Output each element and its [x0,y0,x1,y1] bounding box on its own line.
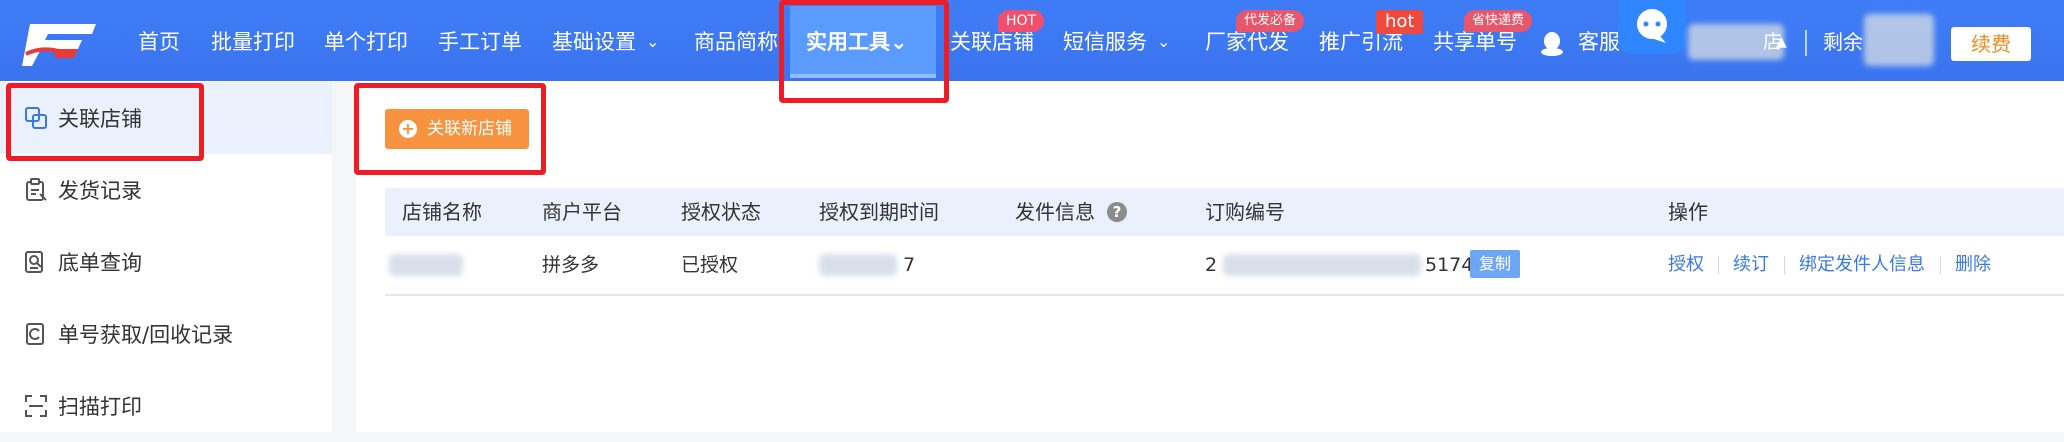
scan-icon [25,395,47,417]
nav-manual-order[interactable]: 手工订单 [438,0,522,81]
table-header: 店铺名称 商户平台 授权状态 授权到期时间 发件信息? 订购编号 操作 [385,188,2064,236]
action-divider [1718,256,1719,274]
highlight-link-shop-sidebar [6,83,204,161]
col-platform: 商户平台 [542,200,622,224]
col-auth-expire: 授权到期时间 [819,200,939,224]
col-sender-info-label: 发件信息 [1015,200,1095,224]
copy-button[interactable]: 复制 [1470,250,1520,278]
sidebar-item-label: 底单查询 [58,251,142,275]
nav-single-print[interactable]: 单个打印 [324,0,408,81]
blurred-expire-date [819,254,897,276]
renew-button[interactable]: 续费 [1951,27,2031,61]
nav-home[interactable]: 首页 [138,0,180,81]
chat-button[interactable] [1618,0,1686,54]
nav-sms-label: 短信服务 [1063,30,1147,54]
col-sender-info: 发件信息? [1015,188,1127,236]
col-order-number: 订购编号 [1205,200,1285,224]
sidebar-item-label: 发货记录 [58,179,142,203]
remaining-label: 剩余 [1823,30,1863,54]
highlight-add-shop-button [354,83,546,175]
sidebar-item-label: 扫描打印 [58,395,142,419]
blurred-remaining-value [1864,14,1934,66]
col-actions: 操作 [1668,200,1708,224]
col-auth-status: 授权状态 [681,200,761,224]
action-renew[interactable]: 续订 [1733,236,1769,294]
highlight-tools-nav [779,0,949,103]
blurred-shop-name-cell [389,254,463,276]
cell-expire-tail: 7 [903,254,916,276]
nav-basic-settings[interactable]: 基础设置 ⌄ [552,0,659,81]
nav-product-abbr[interactable]: 商品简称 [694,0,778,81]
action-delete[interactable]: 删除 [1955,236,1991,294]
hot-badge-lower: hot [1376,10,1424,34]
sidebar-item-label: 单号获取/回收记录 [58,323,234,347]
search-doc-icon [25,251,43,273]
top-navigation-bar: 首页 批量打印 单个打印 手工订单 基础设置 ⌄ 商品简称 实用工具⌄ 关联店铺 … [0,0,2064,81]
action-divider [1784,256,1785,274]
nav-customer-service[interactable]: 客服 [1578,0,1620,81]
action-divider [1940,256,1941,274]
nav-batch-print[interactable]: 批量打印 [211,0,295,81]
nav-basic-settings-label: 基础设置 [552,30,636,54]
caret-up-icon[interactable]: ▲ [1776,0,1787,81]
cell-order-tail: 5174 [1425,254,1474,276]
sidebar-item-scan-print[interactable]: 扫描打印 [0,370,332,442]
help-icon[interactable]: ? [1107,201,1127,222]
sidebar-item-number-record[interactable]: 单号获取/回收记录 [0,298,332,370]
sidebar-item-waybill-query[interactable]: 底单查询 [0,226,332,298]
cell-auth-status: 已授权 [681,254,739,276]
action-bind-sender[interactable]: 绑定发件人信息 [1799,236,1925,294]
chat-icon [1637,9,1667,43]
hot-badge: HOT [998,10,1045,32]
recycle-icon [26,323,44,345]
chevron-down-icon: ⌄ [646,32,660,51]
blurred-order-number [1223,254,1421,276]
action-authorize[interactable]: 授权 [1668,236,1704,294]
cell-platform: 拼多多 [542,254,600,276]
nav-sms-service[interactable]: 短信服务 ⌄ [1063,0,1170,81]
customer-service-icon [1541,32,1563,56]
dropship-badge: 代发必备 [1236,10,1305,32]
chevron-down-icon: ⌄ [1157,32,1171,51]
app-logo-icon[interactable] [22,16,102,68]
sidebar-item-shipping-record[interactable]: 发货记录 [0,154,332,226]
cell-order-head: 2 [1205,254,1218,276]
nav-divider [1805,30,1807,56]
col-shop-name: 店铺名称 [402,200,482,224]
saving-badge: 省快递费 [1464,10,1533,32]
clipboard-icon [26,178,47,201]
